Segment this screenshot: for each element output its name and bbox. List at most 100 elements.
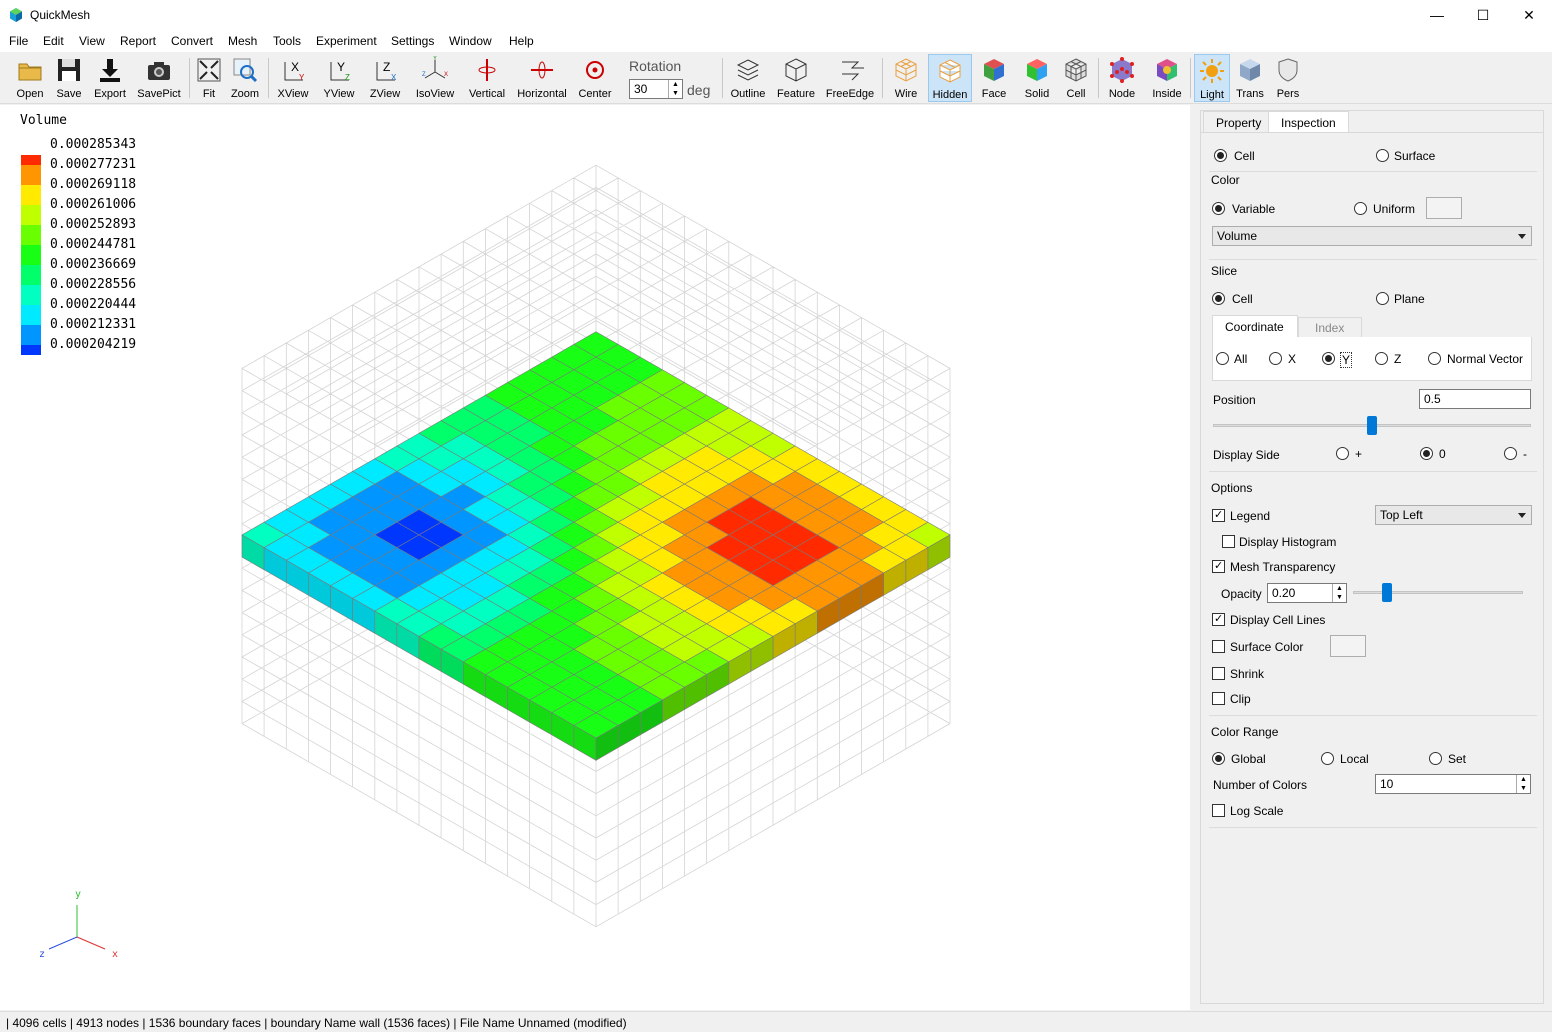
horizontal-rotate-button[interactable]: Horizontal [516, 54, 568, 102]
title-bar: QuickMesh — ☐ ✕ [0, 0, 1552, 30]
save-button[interactable]: Save [50, 54, 88, 102]
tab-inspection[interactable]: Inspection [1268, 111, 1349, 133]
hidden-button[interactable]: Hidden [928, 54, 972, 102]
fit-button[interactable]: Fit [193, 54, 225, 102]
light-button[interactable]: Light [1194, 54, 1230, 102]
shrink-checkbox[interactable] [1212, 667, 1225, 680]
zview-button[interactable]: ZX ZView [366, 54, 404, 102]
wire-button[interactable]: Wire [888, 54, 924, 102]
axis-z-radio[interactable] [1375, 352, 1388, 365]
uniform-color-button[interactable] [1426, 197, 1462, 219]
menu-convert[interactable]: Convert [171, 34, 213, 48]
opacity-slider-handle[interactable] [1382, 583, 1392, 602]
menu-view[interactable]: View [79, 34, 105, 48]
tab-property[interactable]: Property [1203, 111, 1275, 133]
minimize-button[interactable]: — [1414, 0, 1460, 30]
opacity-slider[interactable] [1353, 591, 1523, 594]
node-button[interactable]: Node [1104, 54, 1140, 102]
position-input[interactable]: 0.5 [1419, 389, 1531, 409]
vertical-rotate-button[interactable]: Vertical [466, 54, 508, 102]
menu-report[interactable]: Report [120, 34, 156, 48]
target-cell-radio[interactable] [1214, 149, 1227, 162]
range-global-radio[interactable] [1212, 752, 1225, 765]
slice-cell-radio[interactable] [1212, 292, 1225, 305]
position-value: 0.5 [1424, 392, 1441, 406]
legend-checkbox[interactable] [1212, 508, 1225, 522]
side-minus-label: - [1523, 447, 1527, 461]
log-scale-checkbox[interactable] [1212, 804, 1225, 817]
position-slider-handle[interactable] [1367, 416, 1377, 435]
range-set-radio[interactable] [1429, 752, 1442, 765]
horizontal-rotate-icon [531, 61, 553, 79]
group-divider [1209, 715, 1537, 716]
tab-coordinate[interactable]: Coordinate [1212, 315, 1298, 338]
display-cell-lines-checkbox[interactable] [1212, 612, 1225, 626]
opacity-input[interactable]: 0.20 ▲ ▼ [1267, 583, 1347, 603]
side-plus-radio[interactable] [1336, 447, 1349, 460]
slice-plane-radio[interactable] [1376, 292, 1389, 305]
display-histogram-checkbox[interactable] [1222, 535, 1235, 548]
color-uniform-radio[interactable] [1354, 202, 1367, 215]
menu-window[interactable]: Window [449, 34, 492, 48]
mesh-transparency-checkbox[interactable] [1212, 559, 1225, 573]
mesh-render[interactable] [0, 105, 1190, 1010]
target-icon [586, 61, 604, 79]
rotation-spinner[interactable]: ▲ ▼ [668, 80, 682, 98]
legend-position-select[interactable]: Top Left [1375, 505, 1532, 525]
freeedge-button[interactable]: FreeEdge [824, 54, 876, 102]
surface-color-button[interactable] [1330, 635, 1366, 657]
opacity-spinner[interactable]: ▲ ▼ [1332, 584, 1346, 602]
close-button[interactable]: ✕ [1506, 0, 1552, 30]
svg-text:Z: Z [345, 73, 350, 82]
axis-x-radio[interactable] [1269, 352, 1282, 365]
variable-select[interactable]: Volume [1212, 226, 1532, 246]
savepict-button[interactable]: SavePict [136, 54, 182, 102]
group-divider [1209, 827, 1537, 828]
isoview-button[interactable]: YZX IsoView [412, 54, 458, 102]
surface-color-checkbox[interactable] [1212, 640, 1225, 653]
cube-edges-icon [785, 58, 807, 82]
color-variable-radio[interactable] [1212, 202, 1225, 215]
menu-tools[interactable]: Tools [273, 34, 301, 48]
menu-mesh[interactable]: Mesh [228, 34, 257, 48]
maximize-button[interactable]: ☐ [1460, 0, 1506, 30]
cell-button[interactable]: Cell [1060, 54, 1092, 102]
trans-button[interactable]: Trans [1232, 54, 1268, 102]
menu-settings[interactable]: Settings [391, 34, 434, 48]
xview-button[interactable]: XY XView [274, 54, 312, 102]
feature-button[interactable]: Feature [774, 54, 818, 102]
face-button[interactable]: Face [976, 54, 1012, 102]
menu-edit[interactable]: Edit [43, 34, 64, 48]
zoom-button[interactable]: Zoom [228, 54, 262, 102]
yview-button[interactable]: YZ YView [320, 54, 358, 102]
target-surface-radio[interactable] [1376, 149, 1389, 162]
axis-normal-vector-radio[interactable] [1428, 352, 1441, 365]
tab-index[interactable]: Index [1298, 317, 1362, 338]
inside-button[interactable]: Inside [1148, 54, 1186, 102]
solid-button[interactable]: Solid [1018, 54, 1056, 102]
side-zero-radio[interactable] [1420, 447, 1433, 460]
axis-all-label: All [1234, 352, 1248, 366]
x-axis-line [76, 936, 106, 950]
axis-y-radio[interactable] [1322, 352, 1335, 365]
menu-experiment[interactable]: Experiment [316, 34, 377, 48]
side-minus-radio[interactable] [1504, 447, 1517, 460]
center-button[interactable]: Center [576, 54, 614, 102]
3d-viewport[interactable]: Volume 0.000285343 0.000277231 0.000269118… [0, 105, 1190, 1010]
rotation-input[interactable]: 30 ▲ ▼ [629, 79, 683, 99]
axis-all-radio[interactable] [1216, 352, 1229, 365]
clip-checkbox[interactable] [1212, 692, 1225, 705]
outline-button[interactable]: Outline [728, 54, 768, 102]
slice-group-title: Slice [1211, 264, 1238, 278]
pers-button[interactable]: Pers [1270, 54, 1306, 102]
menu-help[interactable]: Help [509, 34, 534, 48]
solid-cube-icon [1027, 59, 1047, 81]
slice-cell-label: Cell [1232, 292, 1253, 306]
number-of-colors-spinner[interactable]: ▲ ▼ [1516, 775, 1530, 793]
color-variable-label: Variable [1232, 202, 1276, 216]
export-button[interactable]: Export [90, 54, 130, 102]
menu-file[interactable]: File [9, 34, 28, 48]
open-button[interactable]: Open [10, 54, 50, 102]
range-local-radio[interactable] [1321, 752, 1334, 765]
number-of-colors-input[interactable]: 10 ▲ ▼ [1375, 774, 1531, 794]
